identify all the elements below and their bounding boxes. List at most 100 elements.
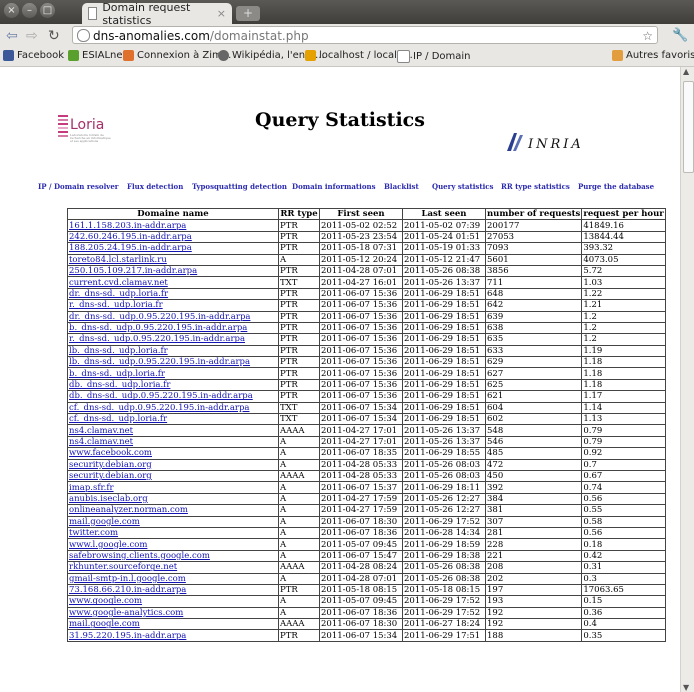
request-per-hour-cell: 0.58 (581, 515, 666, 528)
bookmark-item[interactable]: Connexion à Zim... (123, 50, 231, 61)
domain-link[interactable]: current.cvd.clamav.net (69, 278, 168, 288)
rr-type-cell: PTR (278, 583, 320, 597)
scrollbar-thumb[interactable] (683, 81, 694, 173)
column-header-rr-type: RR type (278, 207, 320, 221)
reload-icon[interactable]: ↻ (48, 28, 60, 44)
domain-link[interactable]: cf._dns-sd._udp.loria.fr (69, 414, 167, 424)
domain-link[interactable]: onlineanalyzer.norman.com (69, 505, 188, 515)
last-seen-cell: 2011-06-29 18:51 (402, 344, 486, 358)
other-bookmarks[interactable]: Autres favoris (612, 50, 694, 61)
scroll-up-icon[interactable]: ▲ (683, 67, 689, 76)
domain-link[interactable]: anubis.iseclab.org (69, 494, 148, 504)
request-per-hour-cell: 0.79 (581, 435, 666, 449)
maximize-window-icon[interactable]: □ (40, 3, 55, 18)
domain-link[interactable]: security.debian.org (69, 460, 152, 470)
menu-blacklist[interactable]: Blacklist (384, 182, 419, 191)
domain-link[interactable]: 250.105.109.217.in-addr.arpa (69, 266, 197, 276)
last-seen-cell: 2011-05-26 08:38 (402, 572, 486, 585)
address-bar[interactable]: dns-anomalies.com/domainstat.php ☆ (72, 26, 658, 44)
domain-link[interactable]: cf._dns-sd._udp.0.95.220.195.in-addr.arp… (69, 403, 249, 413)
domain-link[interactable]: imap.sfr.fr (69, 483, 114, 493)
request-count-cell: 192 (484, 618, 583, 631)
domain-cell: security.debian.org (67, 458, 279, 472)
request-per-hour-cell: 0.31 (581, 561, 666, 574)
domain-link[interactable]: twitter.com (69, 528, 118, 538)
scroll-down-icon[interactable]: ▼ (683, 683, 689, 692)
menu-flux-detection[interactable]: Flux detection (127, 182, 183, 191)
domain-link[interactable]: toreto84.lcl.starlink.ru (69, 255, 167, 265)
bookmark-item[interactable]: ESIALnet (68, 50, 126, 61)
last-seen-cell: 2011-05-26 12:27 (402, 504, 486, 517)
request-count-cell: 642 (484, 299, 583, 312)
domain-link[interactable]: 73.168.66.210.in-addr.arpa (69, 585, 186, 595)
menu-purge-database[interactable]: Purge the database (578, 182, 654, 191)
domain-cell: 242.60.246.195.in-addr.arpa (67, 230, 279, 244)
request-count-cell: 627 (484, 367, 583, 380)
menu-rr-type-statistics[interactable]: RR type statistics (501, 182, 570, 191)
close-window-icon[interactable]: × (4, 3, 19, 18)
bookmark-item[interactable]: IP / Domain (397, 50, 471, 63)
domain-link[interactable]: safebrowsing.clients.google.com (69, 551, 210, 561)
wrench-icon[interactable]: 🔧 (672, 28, 688, 43)
domain-link[interactable]: mail.google.com (69, 517, 140, 527)
domain-link[interactable]: gmail-smtp-in.l.google.com (69, 574, 186, 584)
rr-type-cell: A (278, 504, 320, 517)
minimize-window-icon[interactable]: – (22, 3, 37, 18)
rr-type-cell: PTR (278, 287, 320, 301)
rr-type-cell: PTR (278, 390, 320, 403)
rr-type-cell: PTR (278, 333, 320, 346)
domain-link[interactable]: 188.205.24.195.in-addr.arpa (69, 243, 192, 253)
request-per-hour-cell: 1.18 (581, 367, 666, 380)
domain-link[interactable]: security.debian.org (69, 471, 152, 481)
first-seen-cell: 2011-06-07 15:34 (319, 401, 403, 415)
first-seen-cell: 2011-05-02 02:52 (319, 219, 403, 232)
domain-link[interactable]: dr._dns-sd._udp.loria.fr (69, 289, 168, 299)
domain-link[interactable]: dr._dns-sd._udp.0.95.220.195.in-addr.arp… (69, 312, 250, 322)
domain-link[interactable]: db._dns-sd._udp.0.95.220.195.in-addr.arp… (69, 391, 253, 401)
domain-link[interactable]: www.google-analytics.com (69, 608, 183, 618)
domain-link[interactable]: www.google.com (69, 596, 142, 606)
column-header-domain: Domaine name (67, 207, 279, 221)
bookmark-item[interactable]: Facebook (3, 50, 64, 61)
domain-link[interactable]: mail.google.com (69, 619, 140, 629)
last-seen-cell: 2011-05-18 08:15 (402, 583, 486, 597)
menu-query-statistics[interactable]: Query statistics (432, 182, 493, 191)
domain-link[interactable]: 161.1.158.203.in-addr.arpa (69, 221, 186, 231)
domain-link[interactable]: ns4.clamav.net (69, 437, 133, 447)
close-tab-icon[interactable]: × (217, 7, 226, 20)
menu-domain-informations[interactable]: Domain informations (292, 182, 376, 191)
first-seen-cell: 2011-06-07 18:35 (319, 447, 403, 460)
forward-arrow-icon[interactable]: ⇨ (26, 28, 38, 44)
domain-link[interactable]: 31.95.220.195.in-addr.arpa (69, 631, 186, 641)
domain-link[interactable]: db._dns-sd._udp.loria.fr (69, 380, 170, 390)
domain-link[interactable]: lb._dns-sd._udp.0.95.220.195.in-addr.arp… (69, 357, 250, 367)
domain-link[interactable]: rkhunter.sourceforge.net (69, 562, 177, 572)
first-seen-cell: 2011-05-18 08:15 (319, 583, 403, 597)
new-tab-button[interactable]: + (236, 6, 260, 21)
domain-link[interactable]: r._dns-sd._udp.loria.fr (69, 300, 163, 310)
first-seen-cell: 2011-06-07 18:30 (319, 618, 403, 631)
request-count-cell: 27053 (484, 230, 583, 244)
back-arrow-icon[interactable]: ⇦ (6, 28, 18, 44)
menu-typosquatting-detection[interactable]: Typosquatting detection (192, 182, 287, 191)
menu-ip-domain-resolver[interactable]: IP / Domain resolver (38, 182, 118, 191)
request-per-hour-cell: 1.2 (581, 310, 666, 323)
domain-link[interactable]: lb._dns-sd._udp.loria.fr (69, 346, 168, 356)
bookmark-star-icon[interactable]: ☆ (642, 27, 653, 45)
domain-link[interactable]: r._dns-sd._udp.0.95.220.195.in-addr.arpa (69, 334, 245, 344)
vertical-scrollbar[interactable]: ▲ ▼ (680, 67, 694, 692)
request-per-hour-cell: 0.35 (581, 629, 666, 642)
domain-link[interactable]: b._dns-sd._udp.0.95.220.195.in-addr.arpa (69, 323, 247, 333)
domain-link[interactable]: b._dns-sd._udp.loria.fr (69, 369, 165, 379)
domain-link[interactable]: www.l.google.com (69, 540, 147, 550)
domain-link[interactable]: ns4.clamav.net (69, 426, 133, 436)
domain-link[interactable]: www.facebook.com (69, 448, 152, 458)
table-row: www.google.com A 2011-05-07 09:45 2011-06-2… (67, 595, 666, 608)
document-icon (88, 7, 98, 20)
first-seen-cell: 2011-04-27 16:01 (319, 276, 403, 289)
rr-type-cell: PTR (278, 242, 320, 255)
first-seen-cell: 2011-04-27 17:59 (319, 504, 403, 517)
rr-type-cell: TXT (278, 276, 320, 289)
browser-tab[interactable]: Domain request statistics × (82, 1, 232, 27)
domain-link[interactable]: 242.60.246.195.in-addr.arpa (69, 232, 192, 242)
